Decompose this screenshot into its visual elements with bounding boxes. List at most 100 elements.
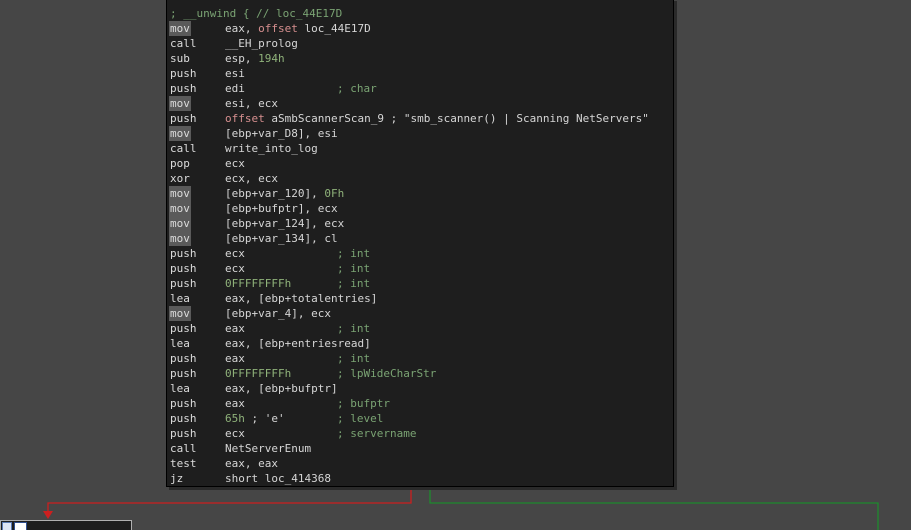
instruction-mnemonic[interactable]: sub	[169, 51, 191, 66]
instruction-mnemonic[interactable]: mov	[169, 201, 191, 216]
instruction-mnemonic[interactable]: test	[169, 456, 198, 471]
instruction-line[interactable]: push 0FFFFFFFFh ; int	[167, 276, 673, 291]
instruction-mnemonic[interactable]: mov	[169, 126, 191, 141]
instruction-operands[interactable]: esi, ecx	[225, 96, 278, 111]
instruction-operands[interactable]: eax	[225, 351, 245, 366]
instruction-operands[interactable]: eax, [ebp+bufptr]	[225, 381, 338, 396]
instruction-mnemonic[interactable]: jz	[169, 471, 184, 486]
disassembly-block[interactable]: ; __unwind { // loc_44E17D mov eax, offse…	[166, 0, 674, 487]
instruction-line[interactable]: push eax ; int	[167, 351, 673, 366]
instruction-mnemonic[interactable]: call	[169, 36, 198, 51]
instruction-line[interactable]: mov [ebp+bufptr], ecx	[167, 201, 673, 216]
instruction-mnemonic[interactable]: lea	[169, 291, 191, 306]
instruction-mnemonic[interactable]: mov	[169, 216, 191, 231]
next-graph-node[interactable]	[0, 520, 132, 530]
instruction-operands[interactable]: [ebp+bufptr], ecx	[225, 201, 338, 216]
graph-overview-icon[interactable]	[14, 522, 27, 530]
instruction-operands[interactable]: 65h ; 'e'	[225, 411, 285, 426]
instruction-line[interactable]: push ecx ; servername	[167, 426, 673, 441]
instruction-operands[interactable]: [ebp+var_D8], esi	[225, 126, 338, 141]
instruction-line[interactable]: call NetServerEnum	[167, 441, 673, 456]
operand-token[interactable]: ecx	[225, 427, 245, 440]
operand-token[interactable]: [ebp+var_124], ecx	[225, 217, 344, 230]
operand-token[interactable]: __EH_prolog	[225, 37, 298, 50]
instruction-line[interactable]: push eax ; int	[167, 321, 673, 336]
instruction-line[interactable]: pop ecx	[167, 156, 673, 171]
operand-token[interactable]: eax	[225, 352, 245, 365]
instruction-operands[interactable]: offset aSmbScannerScan_9 ; "smb_scanner(…	[225, 111, 649, 126]
node-icon[interactable]	[2, 522, 12, 530]
operand-token[interactable]: offset	[225, 112, 265, 125]
instruction-line[interactable]: call __EH_prolog	[167, 36, 673, 51]
operand-token[interactable]: 65h	[225, 412, 245, 425]
operand-token[interactable]: esi, ecx	[225, 97, 278, 110]
operand-token[interactable]: loc_44E17D	[298, 22, 370, 35]
instruction-operands[interactable]: ecx	[225, 246, 245, 261]
instruction-mnemonic[interactable]: push	[169, 321, 198, 336]
operand-token[interactable]: [ebp+var_D8], esi	[225, 127, 338, 140]
operand-token[interactable]: ecx, ecx	[225, 172, 278, 185]
instruction-operands[interactable]: esi	[225, 66, 245, 81]
operand-token[interactable]: 194h	[258, 52, 285, 65]
instruction-line[interactable]: mov [ebp+var_4], ecx	[167, 306, 673, 321]
operand-token[interactable]: aSmbScannerScan_9	[265, 112, 384, 125]
operand-token[interactable]: [ebp+var_120],	[225, 187, 324, 200]
instruction-operands[interactable]: ecx	[225, 156, 245, 171]
instruction-mnemonic[interactable]: push	[169, 261, 198, 276]
instruction-line[interactable]: push edi ; char	[167, 81, 673, 96]
instruction-operands[interactable]: eax, offset loc_44E17D	[225, 21, 371, 36]
instruction-operands[interactable]: eax, [ebp+entriesread]	[225, 336, 371, 351]
operand-token[interactable]: esi	[225, 67, 245, 80]
instruction-mnemonic[interactable]: mov	[169, 21, 191, 36]
instruction-mnemonic[interactable]: pop	[169, 156, 191, 171]
instruction-operands[interactable]: ecx	[225, 426, 245, 441]
instruction-operands[interactable]: eax, [ebp+totalentries]	[225, 291, 377, 306]
operand-token[interactable]: [ebp+var_134], cl	[225, 232, 338, 245]
instruction-mnemonic[interactable]: push	[169, 396, 198, 411]
instruction-mnemonic[interactable]: push	[169, 246, 198, 261]
instruction-line[interactable]: push offset aSmbScannerScan_9 ; "smb_scan…	[167, 111, 673, 126]
instruction-mnemonic[interactable]: push	[169, 426, 198, 441]
operand-token[interactable]: offset	[258, 22, 298, 35]
instruction-mnemonic[interactable]: mov	[169, 96, 191, 111]
instruction-mnemonic[interactable]: mov	[169, 306, 191, 321]
operand-token[interactable]: ecx	[225, 157, 245, 170]
instruction-mnemonic[interactable]: call	[169, 141, 198, 156]
instruction-operands[interactable]: 0FFFFFFFFh	[225, 276, 291, 291]
instruction-mnemonic[interactable]: push	[169, 276, 198, 291]
instruction-mnemonic[interactable]: lea	[169, 336, 191, 351]
instruction-mnemonic[interactable]: push	[169, 411, 198, 426]
instruction-operands[interactable]: short loc_414368	[225, 471, 331, 486]
operand-token[interactable]: 0FFFFFFFFh	[225, 367, 291, 380]
operand-token[interactable]: 0Fh	[324, 187, 344, 200]
instruction-line[interactable]: sub esp, 194h	[167, 51, 673, 66]
operand-token[interactable]: 0FFFFFFFFh	[225, 277, 291, 290]
instruction-line[interactable]: push ecx ; int	[167, 261, 673, 276]
instruction-operands[interactable]: eax	[225, 396, 245, 411]
operand-token[interactable]: ; "smb_scanner() | Scanning NetServers"	[384, 112, 649, 125]
instruction-line[interactable]: test eax, eax	[167, 456, 673, 471]
instruction-line[interactable]: mov eax, offset loc_44E17D	[167, 21, 673, 36]
instruction-line[interactable]: push ecx ; int	[167, 246, 673, 261]
instruction-mnemonic[interactable]: xor	[169, 171, 191, 186]
instruction-operands[interactable]: __EH_prolog	[225, 36, 298, 51]
instruction-mnemonic[interactable]: push	[169, 111, 198, 126]
instruction-operands[interactable]: esp, 194h	[225, 51, 285, 66]
operand-token[interactable]: edi	[225, 82, 245, 95]
instruction-operands[interactable]: NetServerEnum	[225, 441, 311, 456]
instruction-line[interactable]: mov [ebp+var_124], ecx	[167, 216, 673, 231]
instruction-operands[interactable]: edi	[225, 81, 245, 96]
operand-token[interactable]: ecx	[225, 247, 245, 260]
operand-token[interactable]: ecx	[225, 262, 245, 275]
operand-token[interactable]: eax, [ebp+entriesread]	[225, 337, 371, 350]
operand-token[interactable]: write_into_log	[225, 142, 318, 155]
operand-token[interactable]: short loc_414368	[225, 472, 331, 485]
instruction-operands[interactable]: eax, eax	[225, 456, 278, 471]
instruction-line[interactable]: lea eax, [ebp+entriesread]	[167, 336, 673, 351]
instruction-mnemonic[interactable]: push	[169, 81, 198, 96]
operand-token[interactable]: [ebp+bufptr], ecx	[225, 202, 338, 215]
instruction-line[interactable]: push 0FFFFFFFFh ; lpWideCharStr	[167, 366, 673, 381]
instruction-line[interactable]: mov [ebp+var_120], 0Fh	[167, 186, 673, 201]
instruction-line[interactable]: lea eax, [ebp+bufptr]	[167, 381, 673, 396]
instruction-mnemonic[interactable]: mov	[169, 186, 191, 201]
